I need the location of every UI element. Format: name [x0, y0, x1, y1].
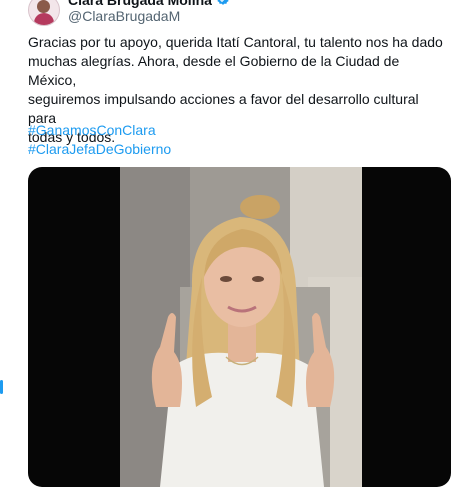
name-row: Clara Brugada Molina — [68, 0, 230, 8]
video-player[interactable] — [28, 167, 451, 487]
hashtag-link[interactable]: #GanamosConClara — [28, 121, 171, 140]
avatar-face — [37, 0, 50, 13]
avatar[interactable] — [28, 0, 60, 26]
hashtag-list: #GanamosConClara #ClaraJefaDeGobierno — [28, 121, 171, 159]
tweet-text-line: Gracias por tu apoyo, querida Itatí Cant… — [28, 34, 443, 50]
tweet-text-line: muchas alegrías. Ahora, desde el Gobiern… — [28, 53, 400, 88]
verified-badge-icon — [217, 0, 229, 5]
tweet-header: Clara Brugada Molina @ClaraBrugadaM — [26, 0, 446, 28]
hashtag-link[interactable]: #ClaraJefaDeGobierno — [28, 140, 171, 159]
author-handle[interactable]: @ClaraBrugadaM — [68, 8, 180, 24]
video-person-figure — [151, 195, 335, 487]
author-display-name[interactable]: Clara Brugada Molina — [68, 0, 212, 8]
video-frame — [120, 167, 362, 487]
avatar-body — [34, 13, 54, 25]
scroll-indicator — [0, 380, 3, 394]
